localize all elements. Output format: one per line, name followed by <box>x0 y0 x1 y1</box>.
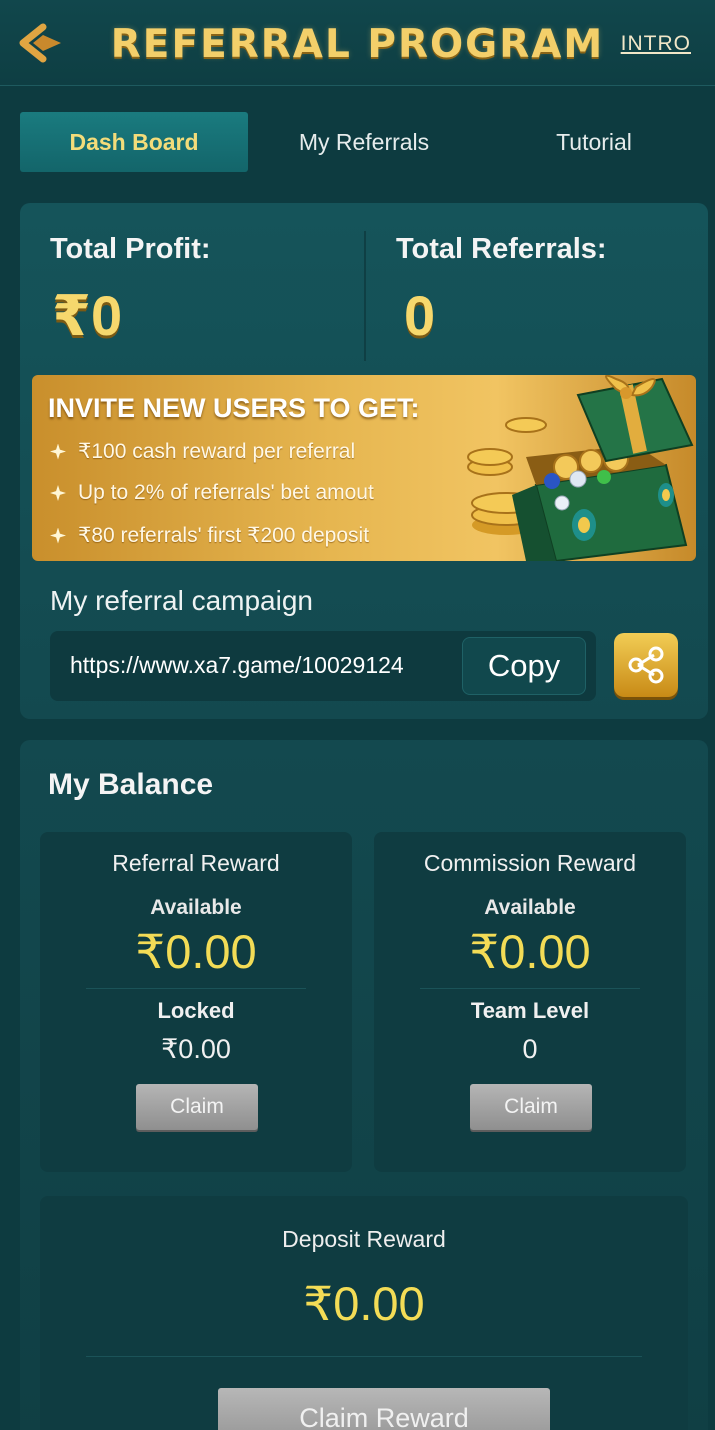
total-profit-value: ₹0 <box>52 284 123 347</box>
banner-title: INVITE NEW USERS TO GET: <box>48 393 420 423</box>
banner-line-text: ₹100 cash reward per referral <box>78 440 356 463</box>
referral-available-label: Available <box>150 896 242 919</box>
banner-line: ₹100 cash reward per referral <box>50 439 355 464</box>
deposit-reward-card: Deposit Reward ₹0.00 Claim Reward <box>40 1196 688 1430</box>
referral-reward-title: Referral Reward <box>112 850 280 876</box>
invite-banner: INVITE NEW USERS TO GET: ₹100 cash rewar… <box>32 375 696 561</box>
deposit-reward-title: Deposit Reward <box>282 1226 446 1252</box>
dashboard-summary-card: Total Profit: ₹0 Total Referrals: 0 INVI… <box>20 203 708 719</box>
referral-locked-label: Locked <box>157 998 235 1023</box>
total-profit-label: Total Profit: <box>50 233 211 265</box>
divider <box>86 988 306 989</box>
banner-line: ₹80 referrals' first ₹200 deposit <box>50 523 369 548</box>
tab-my-referrals[interactable]: My Referrals <box>250 112 478 172</box>
campaign-label: My referral campaign <box>50 585 313 616</box>
total-referrals-value: 0 <box>404 284 436 347</box>
commission-reward-card: Commission Reward Available ₹0.00 Team L… <box>374 832 686 1172</box>
referral-reward-card: Referral Reward Available ₹0.00 Locked ₹… <box>40 832 352 1172</box>
divider <box>420 988 640 989</box>
share-button[interactable] <box>614 633 678 697</box>
referral-link-box: https://www.xa7.game/10029124 Copy <box>50 631 596 701</box>
page-title: REFERRAL PROGRAM <box>110 22 605 67</box>
commission-available-label: Available <box>484 896 576 919</box>
team-level-label: Team Level <box>470 998 590 1023</box>
intro-link[interactable]: INTRO <box>621 32 691 56</box>
stats-divider <box>364 231 366 361</box>
banner-line-text: Up to 2% of referrals' bet amout <box>78 481 374 504</box>
tab-dashboard[interactable]: Dash Board <box>20 112 248 172</box>
commission-reward-title: Commission Reward <box>423 850 637 876</box>
commission-claim-button[interactable]: Claim <box>470 1084 592 1130</box>
share-icon <box>628 646 664 684</box>
tab-tutorial[interactable]: Tutorial <box>480 112 708 172</box>
banner-line-text: ₹80 referrals' first ₹200 deposit <box>78 524 370 547</box>
copy-button[interactable]: Copy <box>462 637 586 695</box>
referral-link-text[interactable]: https://www.xa7.game/10029124 <box>70 652 404 679</box>
referral-claim-button[interactable]: Claim <box>136 1084 258 1130</box>
banner-line: Up to 2% of referrals' bet amout <box>50 481 374 505</box>
sparkle-icon <box>50 485 66 501</box>
balance-card: My Balance Referral Reward Available ₹0.… <box>20 740 708 1430</box>
top-bar: REFERRAL PROGRAM INTRO <box>0 0 715 86</box>
sparkle-icon <box>50 528 66 544</box>
treasure-chest-icon <box>467 375 694 561</box>
team-level-value: 0 <box>522 1034 538 1064</box>
deposit-reward-amount: ₹0.00 <box>303 1277 425 1330</box>
balance-title: My Balance <box>48 768 214 801</box>
sparkle-icon <box>50 444 66 460</box>
divider <box>86 1356 642 1357</box>
commission-available-value: ₹0.00 <box>469 925 591 978</box>
total-referrals-label: Total Referrals: <box>396 233 607 265</box>
referral-locked-value: ₹0.00 <box>161 1034 231 1064</box>
claim-reward-button[interactable]: Claim Reward <box>218 1388 550 1430</box>
tab-bar: Dash Board My Referrals Tutorial <box>20 112 698 172</box>
referral-available-value: ₹0.00 <box>135 925 257 978</box>
